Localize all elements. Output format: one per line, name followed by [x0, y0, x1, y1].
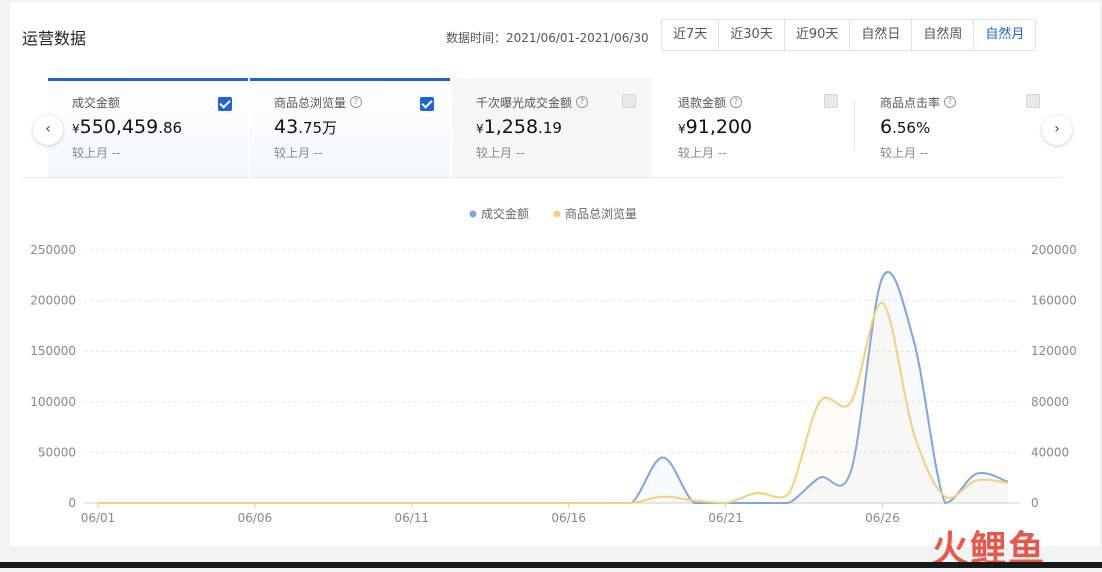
line-chart: 0 50000 100000 150000 200000 250000 0 40000 8000…: [30, 206, 1077, 525]
y-left-tick-label: 150000: [30, 344, 76, 358]
x-tick-label: 06/01: [81, 511, 116, 525]
x-tick-label: 06/06: [238, 511, 273, 525]
y-right-tick-label: 200000: [1031, 243, 1077, 257]
y-left-tick-label: 250000: [30, 243, 76, 257]
y-right-tick-label: 40000: [1031, 445, 1069, 459]
x-tick-label: 06/11: [394, 511, 429, 525]
y-left-tick-label: 200000: [30, 294, 76, 308]
y-right-tick-label: 80000: [1031, 395, 1069, 409]
x-tick-label: 06/26: [865, 511, 900, 525]
y-left-tick-label: 0: [68, 496, 76, 510]
y-right-tick-label: 120000: [1031, 344, 1077, 358]
x-tick-label: 06/21: [708, 511, 743, 525]
legend-marker: [553, 210, 561, 218]
window-bottom-bar: [0, 562, 1102, 568]
legend-label: 商品总浏览量: [565, 206, 637, 221]
series-area: [98, 302, 1008, 503]
y-left-tick-label: 100000: [30, 395, 76, 409]
y-right-tick-label: 0: [1031, 496, 1039, 510]
legend-marker: [469, 210, 477, 218]
y-right-tick-label: 160000: [1031, 294, 1077, 308]
y-left-tick-label: 50000: [38, 445, 76, 459]
legend-label: 成交金额: [481, 206, 529, 221]
x-tick-label: 06/16: [551, 511, 586, 525]
